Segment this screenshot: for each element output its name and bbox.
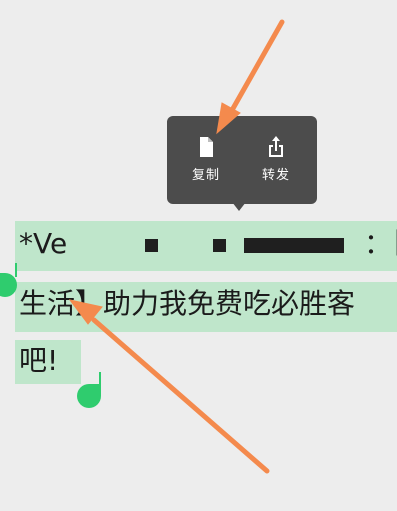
arrow-to-copy	[216, 19, 285, 135]
arrow-to-selection-start	[68, 299, 270, 474]
annotation-arrows	[68, 19, 285, 474]
